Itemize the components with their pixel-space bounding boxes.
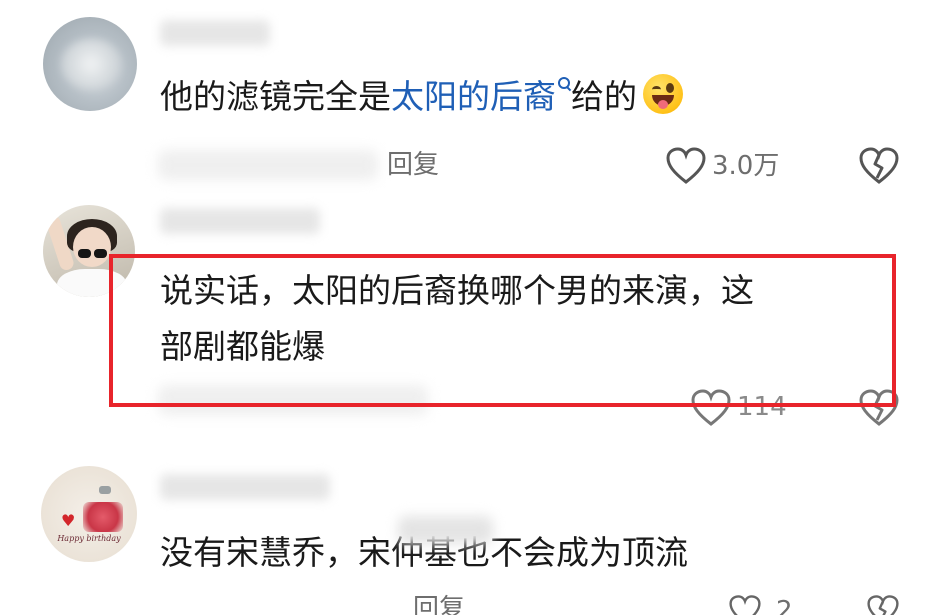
- comment-text: 他的滤镜完全是太阳的后裔 给的: [160, 74, 683, 119]
- comment-list: 他的滤镜完全是太阳的后裔 给的 回复 3.0万 说实话，太阳的后裔换哪个男的来演，…: [0, 0, 948, 615]
- username-blurred[interactable]: [160, 474, 330, 500]
- heart-outline-icon[interactable]: [665, 146, 707, 186]
- highlight-box: [109, 254, 896, 407]
- username-blurred[interactable]: [160, 208, 320, 234]
- like-count: 2: [776, 596, 793, 615]
- broken-heart-icon[interactable]: [858, 146, 900, 186]
- broken-heart-icon[interactable]: [866, 594, 900, 615]
- avatar[interactable]: [43, 17, 137, 111]
- reply-button[interactable]: 回复: [413, 592, 465, 615]
- heart-outline-icon[interactable]: [728, 594, 762, 615]
- search-icon: [557, 76, 571, 90]
- username-blurred[interactable]: [160, 20, 270, 46]
- wink-tongue-emoji-icon: [643, 74, 683, 114]
- like-count: 3.0万: [712, 151, 780, 181]
- avatar[interactable]: ♥ Happy birthday: [41, 466, 137, 562]
- reply-button[interactable]: 回复: [387, 148, 439, 182]
- search-link[interactable]: 太阳的后裔: [391, 77, 571, 116]
- avatar-caption: Happy birthday: [57, 534, 121, 543]
